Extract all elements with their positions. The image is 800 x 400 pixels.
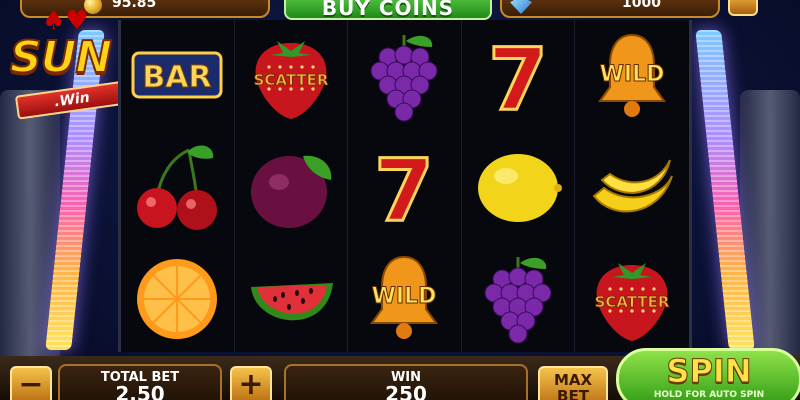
win-panel: WIN 250 [284,364,528,400]
grapes-icon [468,247,568,347]
grapes-icon [354,25,454,125]
bell-wild-icon: WILD [582,25,682,125]
svg-text:SCATTER: SCATTER [253,71,328,89]
svg-text:SCATTER: SCATTER [595,293,670,311]
bell-wild-icon: WILD [354,247,454,347]
reel-cell: WILD [575,20,689,131]
total-bet-panel: TOTAL BET 2.50 [58,364,222,400]
spin-sub-label: HOLD FOR AUTO SPIN [653,390,765,400]
watermelon-icon [241,247,341,347]
reel-cell [121,241,235,352]
menu-button[interactable] [728,0,758,16]
bar-icon: BAR [127,25,227,125]
spin-label: SPIN [666,352,752,391]
reel-cell: SCATTER [235,20,349,131]
spin-button[interactable]: SPIN HOLD FOR AUTO SPIN [616,348,800,400]
logo-ribbon: .Win [14,80,130,120]
gem-icon [510,0,532,14]
svg-text:WILD: WILD [372,284,437,309]
bottom-control-bar: − TOTAL BET 2.50 + WIN 250 MAX BET SPIN … [0,348,800,400]
reel-cell: BAR [121,20,235,131]
reel-cell: SCATTER [575,241,689,352]
win-value: 250 [385,382,427,400]
total-bet-value: 2.50 [115,382,165,400]
reel-cell [462,241,576,352]
plum-icon [241,136,341,236]
reel-cell [235,130,349,242]
reel-grid: BAR SCATTER 7 WILD 7 WILD SCATTER [118,20,692,352]
strawberry-scatter-icon: SCATTER [241,25,341,125]
svg-text:7: 7 [375,141,435,236]
reel-cell [235,241,349,352]
seven-icon: 7 [354,136,454,242]
gem-balance-value: 1000 [622,0,661,11]
reel-cell [462,130,576,242]
reel-cell: WILD [348,241,462,352]
orange-icon [127,247,227,347]
buy-coins-button[interactable]: BUY COINS [284,0,492,20]
reel-cell: 7 [348,130,462,242]
cherries-icon [127,136,227,236]
reel-cell [575,131,689,242]
increase-bet-button[interactable]: + [230,366,272,400]
strawberry-scatter-icon: SCATTER [582,247,682,347]
decrease-bet-button[interactable]: − [10,366,52,400]
right-light-column [695,10,800,370]
svg-text:7: 7 [488,30,548,125]
svg-text:WILD: WILD [600,62,665,87]
gem-balance-panel: 1000 [500,0,720,18]
reel-cell [121,130,235,242]
slot-machine-screen: 95.85 BUY COINS 1000 ♠♥ SUN .Win BAR SCA… [0,0,800,400]
banana-icon [582,136,682,236]
svg-text:BAR: BAR [143,60,212,95]
logo-sun-text: SUN [9,31,113,84]
lemon-icon [468,136,568,236]
reel-cell: 7 [462,20,576,132]
max-bet-button[interactable]: MAX BET [538,366,608,400]
sun-win-logo: ♠♥ SUN .Win [6,6,130,120]
reel-cell [348,20,462,131]
seven-icon: 7 [468,25,568,132]
